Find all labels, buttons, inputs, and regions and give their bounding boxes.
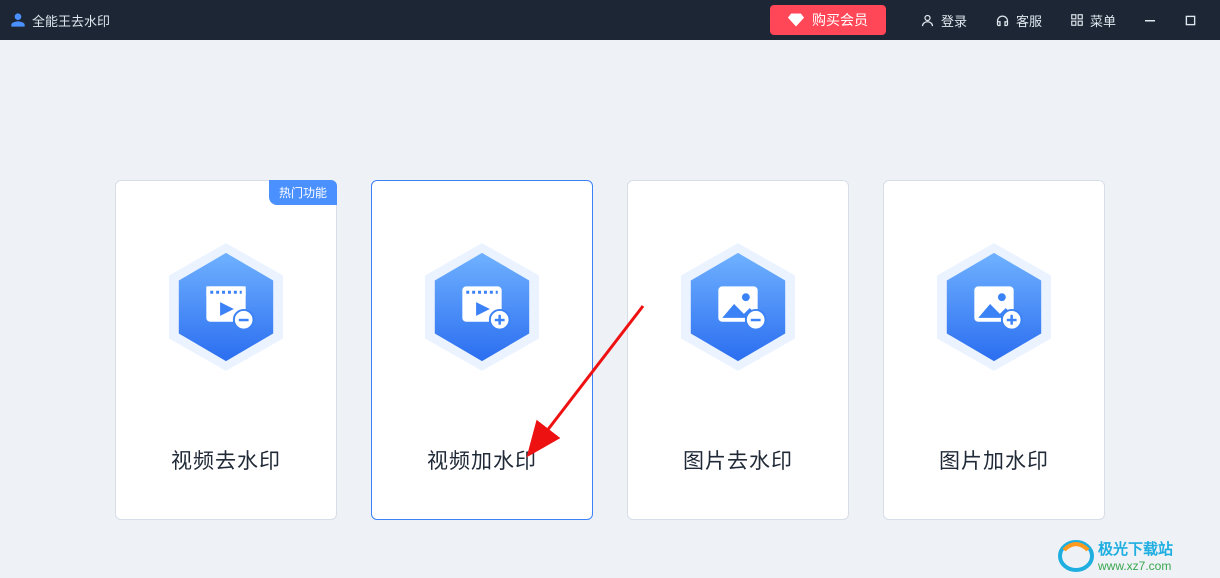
site-watermark: 极光下载站 www.xz7.com <box>1058 536 1218 576</box>
support-label: 客服 <box>1016 11 1042 30</box>
login-button[interactable]: 登录 <box>906 0 981 40</box>
login-label: 登录 <box>941 11 967 30</box>
card-video-remove-watermark[interactable]: 热门功能 视频去水印 <box>115 180 337 520</box>
video-remove-icon <box>167 241 285 373</box>
minimize-button[interactable] <box>1130 0 1170 40</box>
video-add-icon <box>423 241 541 373</box>
card-image-remove-watermark[interactable]: 图片去水印 <box>627 180 849 520</box>
titlebar-right: 购买会员 登录 客服 菜单 <box>770 0 1210 40</box>
grid-icon <box>1070 13 1084 27</box>
feature-cards: 热门功能 视频去水印 <box>115 180 1105 520</box>
card-icon-wrap <box>935 241 1053 373</box>
content-area: 热门功能 视频去水印 <box>0 40 1220 578</box>
card-icon-wrap <box>679 241 797 373</box>
image-remove-icon <box>679 241 797 373</box>
buy-label: 购买会员 <box>812 10 868 30</box>
diamond-icon <box>788 13 804 27</box>
titlebar: 全能王去水印 购买会员 登录 客服 菜单 <box>0 0 1220 40</box>
maximize-icon <box>1185 15 1196 26</box>
app-title: 全能王去水印 <box>32 11 110 30</box>
card-video-add-watermark[interactable]: 视频加水印 <box>371 180 593 520</box>
menu-button[interactable]: 菜单 <box>1056 0 1130 40</box>
headset-icon <box>995 13 1010 28</box>
menu-label: 菜单 <box>1090 11 1116 30</box>
maximize-button[interactable] <box>1170 0 1210 40</box>
person-icon <box>920 13 935 28</box>
buy-membership-button[interactable]: 购买会员 <box>770 5 886 35</box>
card-image-add-watermark[interactable]: 图片加水印 <box>883 180 1105 520</box>
user-icon <box>10 12 26 28</box>
app-brand: 全能王去水印 <box>10 11 110 30</box>
card-icon-wrap <box>423 241 541 373</box>
support-button[interactable]: 客服 <box>981 0 1056 40</box>
card-icon-wrap <box>167 241 285 373</box>
minimize-icon <box>1144 14 1156 26</box>
svg-text:www.xz7.com: www.xz7.com <box>1097 559 1171 573</box>
image-add-icon <box>935 241 1053 373</box>
hot-badge: 热门功能 <box>269 180 337 205</box>
svg-text:极光下载站: 极光下载站 <box>1098 540 1173 558</box>
card-title: 视频加水印 <box>427 445 537 475</box>
card-title: 图片加水印 <box>939 445 1049 475</box>
card-title: 图片去水印 <box>683 445 793 475</box>
card-title: 视频去水印 <box>171 445 281 475</box>
